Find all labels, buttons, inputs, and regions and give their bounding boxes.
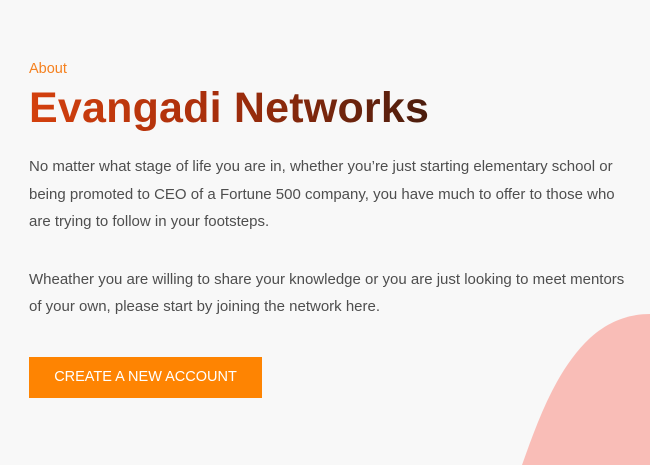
about-paragraph-2: Wheather you are willing to share your k… [29, 270, 625, 316]
about-section: About Evangadi Networks No matter what s… [29, 58, 629, 321]
page-title: Evangadi Networks [29, 84, 430, 132]
section-eyebrow: About [29, 61, 67, 77]
create-account-button[interactable]: CREATE A NEW ACCOUNT [29, 357, 262, 398]
about-paragraph-1: No matter what stage of life you are in,… [29, 158, 615, 230]
